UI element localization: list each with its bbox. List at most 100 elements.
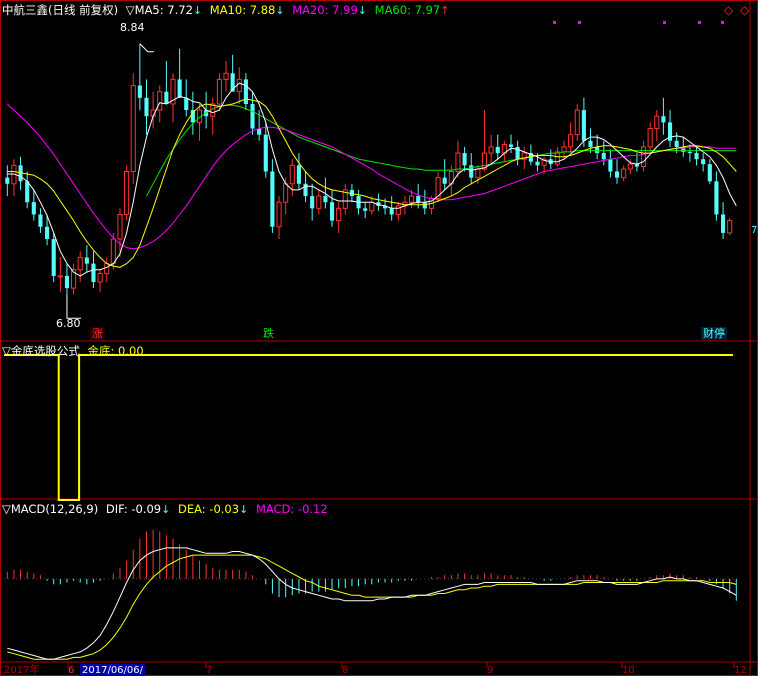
top-marker-3 — [698, 21, 701, 24]
candle-body-93 — [621, 168, 627, 179]
candle-body-16 — [110, 238, 116, 265]
x-label-year: 2017年 — [4, 665, 40, 676]
candle-body-101 — [674, 140, 679, 147]
macd-value: MACD: -0.12 — [255, 502, 328, 516]
candle-body-104 — [694, 153, 699, 160]
candle-body-40 — [270, 171, 275, 227]
candle-body-98 — [654, 115, 660, 130]
candle-body-69 — [462, 153, 467, 166]
top-marker-2 — [663, 21, 666, 24]
candle-body-105 — [701, 159, 706, 165]
candle-body-49 — [329, 202, 335, 221]
candle-body-106 — [707, 164, 712, 182]
x-label-month-9: 9 — [487, 665, 494, 676]
ma60-value: MA60: 7.97↑ — [375, 3, 450, 17]
candle-body-87 — [581, 110, 586, 141]
candle-body-97 — [647, 128, 653, 148]
candle-body-90 — [601, 153, 606, 160]
candle-body-47 — [316, 195, 322, 209]
candle-body-7 — [51, 239, 56, 276]
candle-body-20 — [137, 85, 142, 98]
kline-chart-window: { "header": { "stock_name": "中航三鑫", "per… — [0, 0, 758, 676]
chart-period: (日线 前复权) — [48, 3, 119, 17]
candle-body-11 — [77, 256, 83, 271]
candle-body-94 — [627, 163, 633, 170]
candle-body-27 — [184, 97, 189, 111]
candle-body-6 — [45, 226, 50, 240]
ma5-arrow-icon: ↓ — [192, 4, 203, 17]
candle-body-89 — [595, 146, 600, 154]
zoom-diamond-icon[interactable]: ◇ — [724, 3, 733, 17]
finance-halt-tag[interactable]: 财停 — [701, 327, 727, 340]
ma5-text: ▽MA5: 7.72 — [125, 3, 193, 17]
candle-body-62 — [416, 196, 421, 203]
candle-body-42 — [283, 183, 289, 203]
candle-body-85 — [568, 134, 574, 148]
dea-arrow-icon: ↓ — [239, 503, 249, 516]
candle-body-59 — [395, 205, 401, 215]
ma5-value: ▽MA5: 7.72↓ — [126, 3, 202, 17]
dif-value: DIF: -0.09↓ — [106, 502, 170, 516]
candle-body-103 — [687, 151, 692, 154]
candle-body-43 — [289, 164, 295, 185]
candle-body-21 — [144, 97, 149, 117]
price-panel-header: 中航三鑫(日线 前复权) ▽MA5: 7.72↓ MA10: 7.88↓ MA2… — [2, 3, 453, 18]
low-price-label: 6.80 — [56, 317, 81, 330]
x-label-cursor-date[interactable]: 2017/06/06/ — [80, 664, 146, 676]
x-label-month-7: 7 — [206, 665, 213, 676]
x-label-month-10: 10 — [622, 665, 635, 676]
ma20-arrow-icon: ↓ — [357, 4, 367, 17]
candle-body-35 — [236, 78, 242, 93]
candle-body-55 — [369, 201, 375, 212]
candle-body-37 — [250, 103, 255, 129]
candle-body-80 — [535, 161, 540, 166]
stock-name: 中航三鑫 — [2, 3, 48, 17]
macd-panel-header: ▽MACD(12,26,9) DIF: -0.09↓ DEA: -0.03↓ M… — [2, 502, 332, 517]
ma10-text: MA10: 7.88 — [209, 3, 276, 17]
top-marker-0 — [553, 21, 556, 24]
candle-body-107 — [714, 181, 719, 215]
candle-body-58 — [389, 208, 394, 215]
candle-body-19 — [130, 85, 136, 172]
high-pointer — [139, 43, 154, 53]
candle-body-61 — [409, 195, 415, 203]
candle-body-83 — [554, 151, 560, 165]
candle-body-9 — [64, 275, 70, 289]
ma60-line — [146, 104, 737, 197]
candle-body-46 — [310, 196, 315, 209]
candle-body-15 — [104, 263, 110, 274]
ma5-line — [7, 82, 737, 277]
rise-tag[interactable]: 涨 — [90, 327, 105, 340]
dea-value: DEA: -0.03↓ — [178, 502, 248, 516]
ma10-value: MA10: 7.88↓ — [210, 3, 285, 17]
outer-frame — [0, 0, 758, 676]
candle-body-84 — [561, 146, 567, 153]
candle-body-14 — [97, 272, 103, 283]
candle-body-32 — [216, 78, 222, 105]
candle-body-18 — [124, 171, 130, 215]
top-marker-1 — [578, 21, 581, 24]
candle-body-92 — [614, 171, 620, 178]
candle-body-3 — [25, 181, 30, 203]
candle-body-73 — [488, 146, 494, 154]
dif-line — [7, 547, 737, 660]
candle-body-86 — [574, 109, 580, 136]
candle-body-45 — [303, 183, 308, 197]
candle-body-54 — [363, 208, 368, 211]
right-price-marker: 7 — [751, 225, 758, 236]
close-diamond-icon[interactable]: ◇ — [740, 3, 749, 17]
candle-body-74 — [495, 146, 500, 154]
dif-text: DIF: -0.09 — [105, 502, 162, 516]
x-label-month-8: 8 — [342, 665, 349, 676]
indicator-title[interactable]: ▽金底选股公式 — [2, 344, 80, 358]
fall-tag[interactable]: 跌 — [261, 327, 276, 340]
macd-title[interactable]: ▽MACD(12,26,9) — [2, 502, 98, 516]
candle-body-88 — [588, 140, 593, 147]
candle-body-8 — [57, 275, 63, 278]
candle-body-26 — [177, 79, 182, 98]
candle-body-96 — [640, 146, 647, 168]
candle-body-99 — [661, 116, 666, 123]
candle-body-71 — [475, 168, 481, 179]
low-pointer — [66, 294, 81, 319]
x-label-month-6: 6 — [68, 665, 75, 676]
